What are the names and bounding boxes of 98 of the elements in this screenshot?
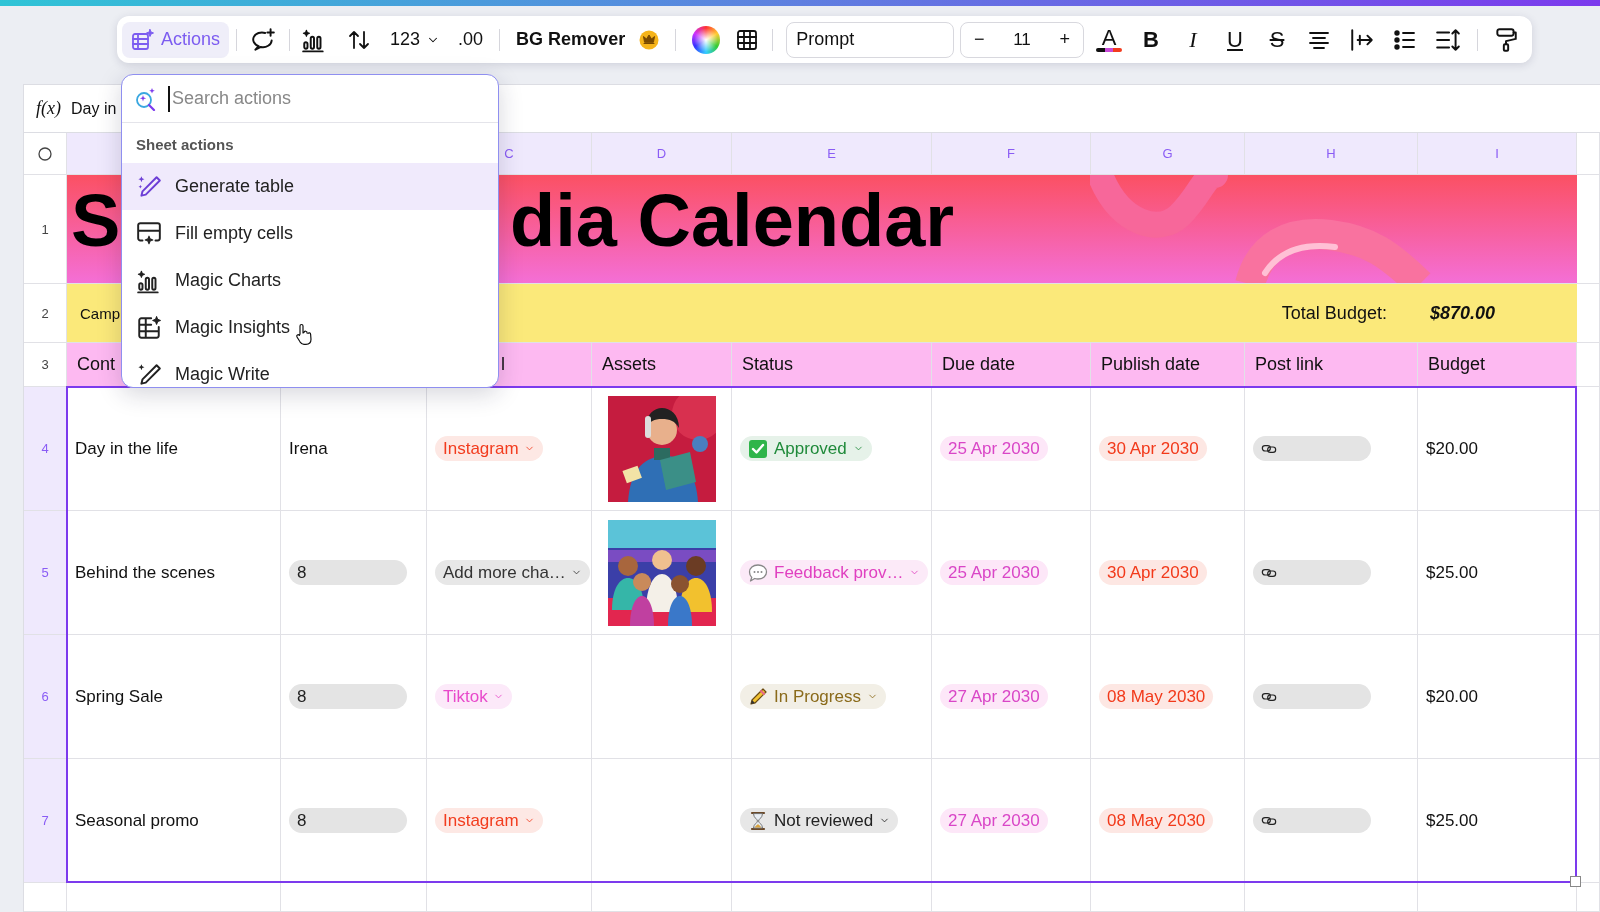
font-field[interactable]: Prompt <box>786 21 954 58</box>
row-number[interactable]: 5 <box>24 511 67 635</box>
budget-value: $20.00 <box>1426 438 1478 459</box>
number-format-dropdown[interactable]: 123 <box>381 21 450 58</box>
font-size-value[interactable]: 11 <box>1013 29 1031 50</box>
owner-tag[interactable]: 8 <box>289 560 407 585</box>
publish-date-tag: 30 Apr 2030 <box>1099 560 1207 585</box>
content-title: Seasonal promo <box>75 810 199 831</box>
owner-tag[interactable]: 8 <box>289 684 407 709</box>
formula-label: f(x) <box>36 98 61 119</box>
publish-date-tag: 08 May 2030 <box>1099 808 1214 833</box>
publish-date-tag: 30 Apr 2030 <box>1099 436 1207 461</box>
publish-date-tag: 08 May 2030 <box>1099 684 1214 709</box>
select-all-circle-icon[interactable] <box>38 146 52 161</box>
underline-button[interactable]: U <box>1214 21 1256 58</box>
paint-roller-icon[interactable] <box>1493 26 1519 53</box>
column-title: Publish date <box>1101 354 1201 375</box>
column-header[interactable]: H <box>1326 146 1336 161</box>
menu-item[interactable]: Generate table <box>122 163 498 210</box>
table-cell <box>24 883 67 912</box>
actions-button[interactable]: Actions <box>122 21 230 58</box>
table-grid-icon[interactable] <box>735 27 760 52</box>
crown-icon <box>639 29 660 50</box>
row-number[interactable]: 7 <box>24 759 67 883</box>
menu-item[interactable]: Magic Write <box>122 351 498 387</box>
calendar-title: S <box>71 181 121 261</box>
column-header[interactable]: F <box>1007 146 1015 161</box>
color-wheel-icon[interactable] <box>692 25 721 54</box>
decrease-size-button[interactable]: − <box>963 21 995 58</box>
menu-item[interactable]: Magic Charts <box>122 257 498 304</box>
due-date-tag: 25 Apr 2030 <box>940 560 1048 585</box>
row-number[interactable]: 4 <box>24 387 67 511</box>
calendar-title: dia Calendar <box>510 181 955 261</box>
post-link-field[interactable] <box>1253 808 1371 833</box>
column-title: Status <box>742 354 794 375</box>
content-title: Behind the scenes <box>75 562 215 583</box>
pencil-icon <box>748 686 768 707</box>
status-tag[interactable]: Not reviewed <box>740 808 899 833</box>
fill-cells-icon <box>136 220 162 247</box>
table-sparkle-icon <box>131 27 155 52</box>
check-box-icon <box>748 438 768 459</box>
column-header[interactable]: D <box>656 146 667 161</box>
owner-tag[interactable]: 8 <box>289 808 407 833</box>
column-title: Budget <box>1428 354 1486 375</box>
status-tag[interactable]: In Progress <box>740 684 886 709</box>
menu-item[interactable]: Magic Insights <box>122 304 498 351</box>
owner-name: Irena <box>289 438 328 459</box>
strikethrough-button[interactable]: S <box>1256 21 1298 58</box>
font-size-field[interactable]: − 11 + <box>959 21 1084 58</box>
menu-item[interactable]: Fill empty cells <box>122 210 498 257</box>
status-tag[interactable]: Approved <box>740 436 872 461</box>
content-title: Day in the life <box>75 438 178 459</box>
column-title: Due date <box>942 354 1016 375</box>
column-header[interactable]: G <box>1162 146 1173 161</box>
comment-plus-icon[interactable] <box>250 26 277 53</box>
column-header[interactable]: I <box>1495 146 1499 161</box>
section-heading: Sheet actions <box>136 136 234 153</box>
formula-field[interactable]: Day in <box>71 99 117 118</box>
hand-cursor-icon <box>295 322 314 345</box>
sparkle-search-icon <box>134 86 158 111</box>
budget-value: $25.00 <box>1426 562 1478 583</box>
text-direction-icon[interactable] <box>1349 26 1375 53</box>
budget-value: $20.00 <box>1426 686 1478 707</box>
color-bar-icon <box>1096 47 1122 52</box>
sparkle-pencil-icon <box>136 361 162 387</box>
row-number[interactable]: 6 <box>24 635 67 759</box>
table-cell <box>1577 343 1600 387</box>
bullet-list-icon[interactable] <box>1393 27 1417 52</box>
increase-size-button[interactable]: + <box>1049 21 1080 58</box>
content-title: Spring Sale <box>75 686 163 707</box>
due-date-tag: 27 Apr 2030 <box>940 684 1048 709</box>
italic-button[interactable]: I <box>1172 21 1214 58</box>
total-budget-label: Total Budget: <box>1281 302 1387 324</box>
resize-handle[interactable] <box>1570 876 1581 887</box>
post-link-field[interactable] <box>1253 560 1371 585</box>
decimal-places-button[interactable]: .00 <box>449 21 493 58</box>
table-sparkle-icon <box>136 314 162 341</box>
post-link-field[interactable] <box>1253 684 1371 709</box>
total-budget-value: $870.00 <box>1429 302 1495 324</box>
line-spacing-icon[interactable] <box>1435 26 1461 53</box>
column-header[interactable]: C <box>504 146 514 161</box>
text-color-button[interactable]: A <box>1088 21 1130 58</box>
post-link-field[interactable] <box>1253 436 1371 461</box>
campaign-label: Camp <box>80 304 120 322</box>
bg-remover-button[interactable]: BG Remover <box>507 21 669 58</box>
hourglass-icon <box>748 810 768 831</box>
column-title: Assets <box>602 354 657 375</box>
budget-value: $25.00 <box>1426 810 1478 831</box>
column-title: Post link <box>1255 354 1324 375</box>
speech-bubble-icon <box>748 562 768 583</box>
column-title: l <box>500 354 505 375</box>
bold-button[interactable]: B <box>1130 21 1172 58</box>
due-date-tag: 27 Apr 2030 <box>940 808 1048 833</box>
channel-tag[interactable]: Add more cha… <box>435 560 590 585</box>
due-date-tag: 25 Apr 2030 <box>940 436 1048 461</box>
sparkle-pencil-icon <box>136 173 162 200</box>
column-header[interactable]: E <box>827 146 836 161</box>
column-title: Cont <box>77 354 116 375</box>
